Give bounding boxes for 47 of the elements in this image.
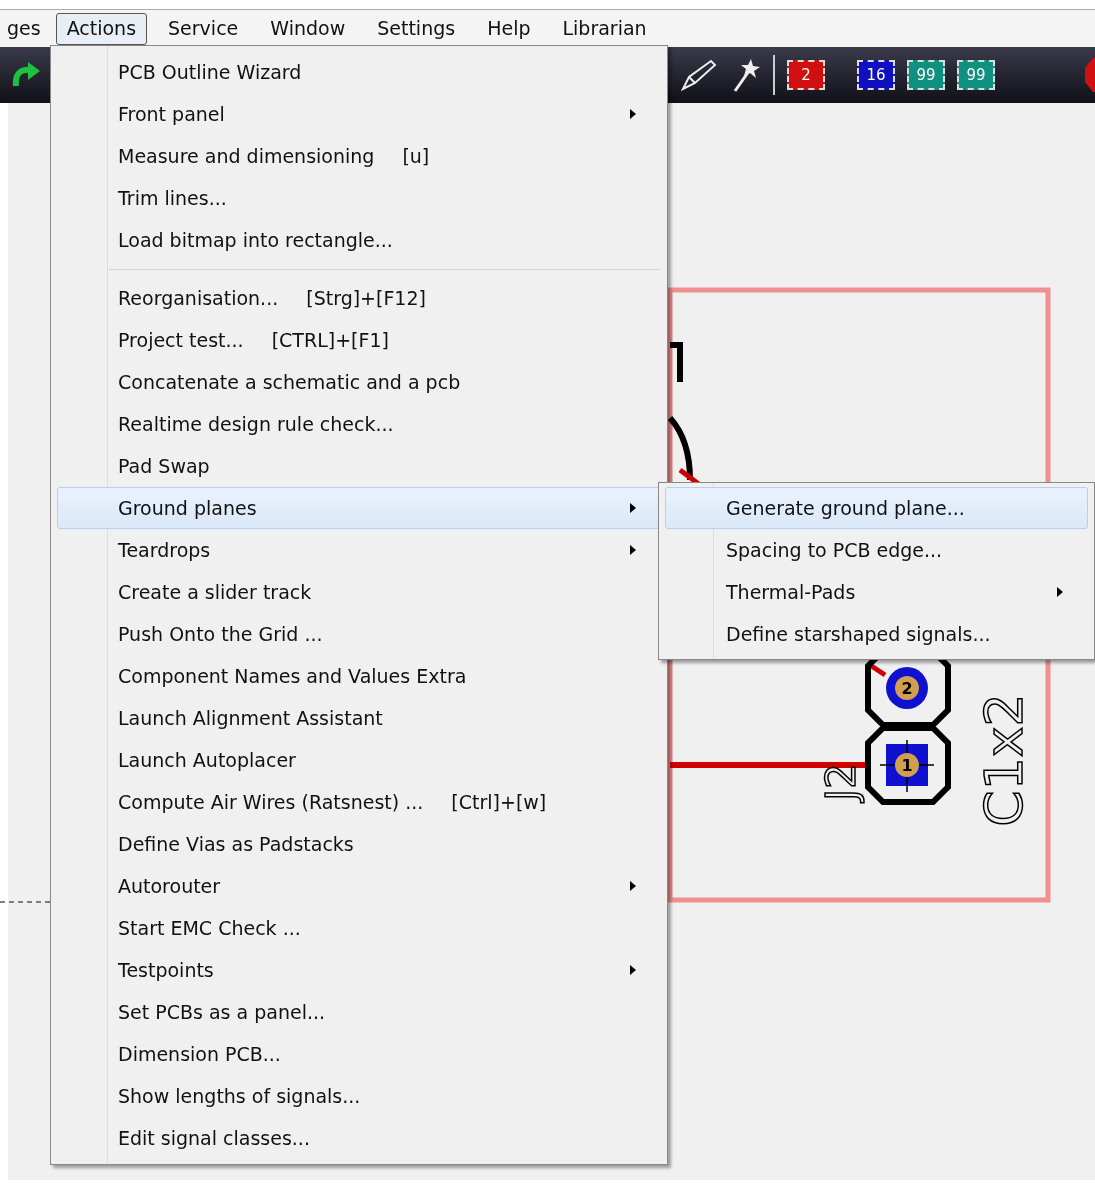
menu-item[interactable]: PCB Outline Wizard — [57, 51, 661, 93]
silkscreen-label: C1x2 — [974, 693, 1034, 827]
layer-button[interactable]: 2 — [787, 60, 825, 90]
menu-item[interactable]: Create a slider track — [57, 571, 661, 613]
pencil-icon[interactable] — [679, 57, 719, 93]
menu-item[interactable]: Define Vias as Padstacks — [57, 823, 661, 865]
menu-bar-item[interactable]: Actions — [55, 12, 148, 45]
menu-item[interactable]: Measure and dimensioning [u] — [57, 135, 661, 177]
menu-item[interactable]: Push Onto the Grid ... — [57, 613, 661, 655]
layer-button[interactable]: 99 — [957, 60, 995, 90]
menu-item[interactable]: Reorganisation... [Strg]+[F12] — [57, 277, 661, 319]
pad: 1 — [865, 725, 951, 805]
menu-item[interactable]: Compute Air Wires (Ratsnest) ... [Ctrl]+[w] — [57, 781, 661, 823]
layer-button[interactable]: 99 — [907, 60, 945, 90]
menu-item[interactable]: Edit signal classes... — [57, 1117, 661, 1159]
menu-item[interactable]: Component Names and Values Extra — [57, 655, 661, 697]
menu-item[interactable]: Autorouter — [57, 865, 661, 907]
menu-bar-item[interactable]: Settings — [366, 12, 467, 45]
menu-item[interactable]: Set PCBs as a panel... — [57, 991, 661, 1033]
menu-bar-item[interactable]: Librarian — [551, 12, 658, 45]
silkscreen-outline — [670, 342, 683, 382]
menu-item[interactable]: Ground planes — [57, 487, 661, 529]
menu-item[interactable]: Project test... [CTRL]+[F1] — [57, 319, 661, 361]
layer-button[interactable]: 16 — [857, 60, 895, 90]
silkscreen-outline — [667, 416, 693, 481]
menu-item[interactable]: Launch Alignment Assistant — [57, 697, 661, 739]
menu-item[interactable]: Generate ground plane... — [665, 487, 1088, 529]
menu-bar-item[interactable]: Service — [157, 12, 250, 45]
menu-item[interactable]: Realtime design rule check... — [57, 403, 661, 445]
menu-item[interactable]: Pad Swap — [57, 445, 661, 487]
menu-item[interactable]: Spacing to PCB edge... — [665, 529, 1088, 571]
menu-item[interactable]: Start EMC Check ... — [57, 907, 661, 949]
stop-icon[interactable] — [1085, 58, 1095, 92]
menu-item[interactable]: Concatenate a schematic and a pcb — [57, 361, 661, 403]
menu-bar-item[interactable]: Help — [476, 12, 542, 45]
menu-item[interactable]: Show lengths of signals... — [57, 1075, 661, 1117]
menu-bar-item[interactable]: ges — [0, 12, 44, 45]
menu-item[interactable]: Dimension PCB... — [57, 1033, 661, 1075]
menu-item[interactable]: Trim lines... — [57, 177, 661, 219]
copper-trace — [868, 662, 887, 678]
menu-bar-item[interactable]: Window — [259, 12, 357, 45]
menu-item[interactable]: Front panel — [57, 93, 661, 135]
menu-item[interactable]: Teardrops — [57, 529, 661, 571]
menu-item[interactable]: Launch Autoplacer — [57, 739, 661, 781]
menu-item[interactable]: Thermal-Pads — [665, 571, 1088, 613]
menu-item[interactable]: Testpoints — [57, 949, 661, 991]
menu-item[interactable]: Load bitmap into rectangle... — [57, 219, 661, 261]
